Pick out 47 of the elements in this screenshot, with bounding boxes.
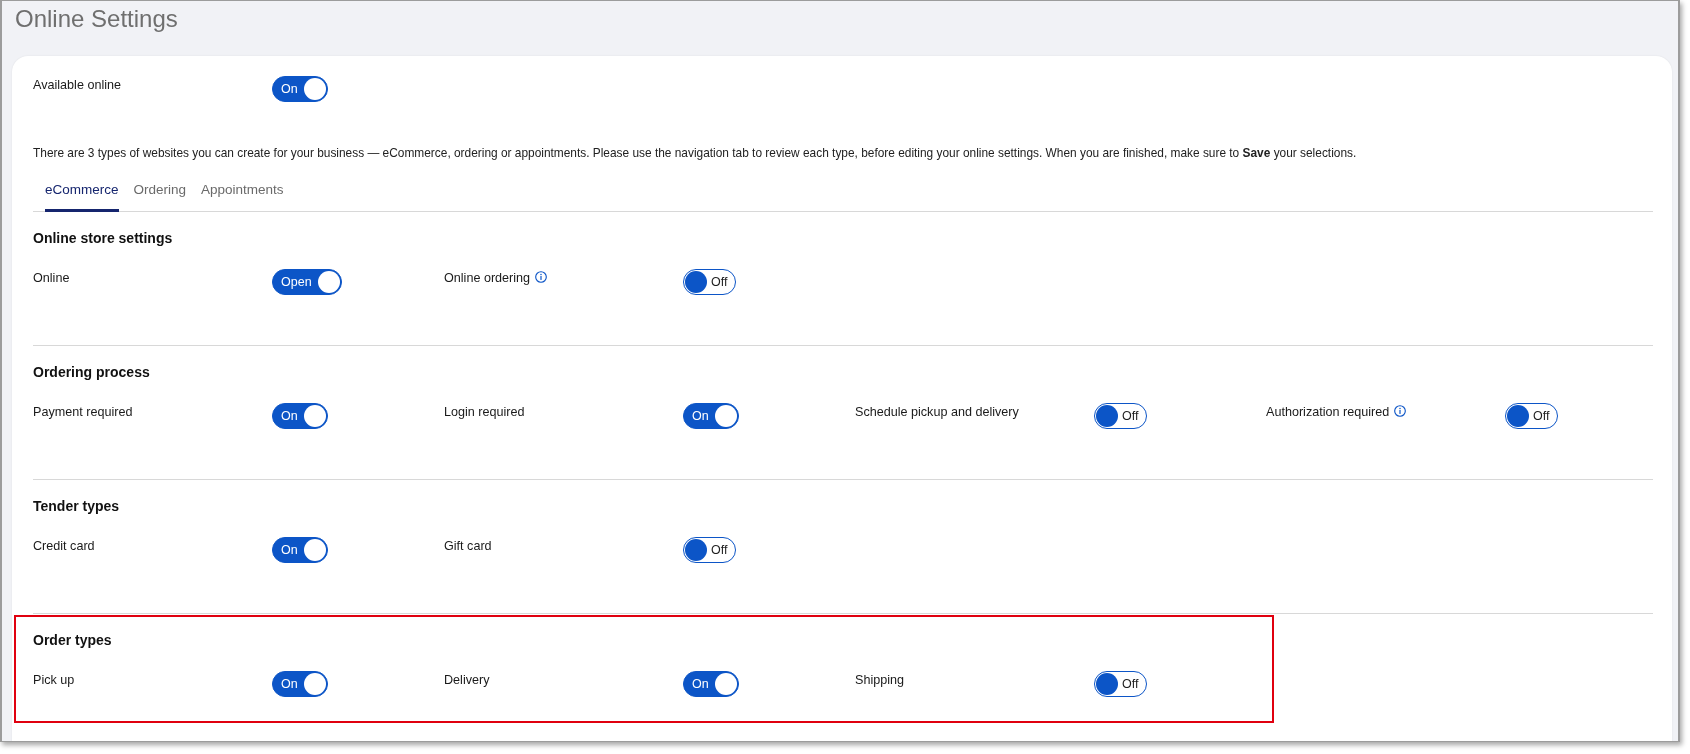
setting-label: Pick up	[33, 672, 75, 688]
toggle-switch[interactable]: On	[272, 403, 328, 429]
toggle-knob	[1096, 673, 1118, 695]
setting-label: Gift card	[444, 538, 492, 554]
toggle-switch[interactable]: Off	[683, 537, 737, 563]
toggle-switch[interactable]: Off	[1505, 403, 1559, 429]
toggle-knob	[714, 673, 737, 695]
setting-label: Authorization required	[1266, 404, 1390, 420]
setting-label: Schedule pickup and delivery	[855, 404, 1019, 420]
setting-label: Available online	[33, 77, 121, 93]
tab[interactable]: eCommerce	[45, 173, 119, 212]
toggle-knob	[1096, 405, 1118, 427]
setting-label: Online ordering	[444, 270, 531, 286]
toggle-knob	[303, 78, 326, 100]
toggle-switch[interactable]: Off	[1094, 671, 1148, 697]
setting-label: Login required	[444, 404, 525, 420]
toggle-switch[interactable]: On	[272, 76, 328, 102]
tab[interactable]: Ordering	[133, 173, 187, 212]
setting-label: Credit card	[33, 538, 95, 554]
section-heading: Online store settings	[33, 229, 174, 248]
toggle-knob	[685, 271, 707, 293]
toggle-switch[interactable]: Off	[683, 269, 737, 295]
section-heading: Ordering process	[33, 363, 151, 382]
toggle-switch[interactable]: On	[272, 537, 328, 563]
toggle-knob	[714, 405, 737, 427]
toggle-switch[interactable]: On	[272, 671, 328, 697]
toggle-switch[interactable]: On	[683, 403, 739, 429]
toggle-knob	[303, 539, 326, 561]
setting-label: Payment required	[33, 404, 133, 420]
info-icon[interactable]	[535, 270, 548, 283]
info-icon[interactable]	[1394, 404, 1407, 417]
section-heading: Order types	[33, 631, 113, 650]
toggle-knob	[685, 539, 707, 561]
page-title: Online Settings	[14, 4, 178, 34]
toggle-knob	[303, 673, 326, 695]
toggle-knob	[303, 405, 326, 427]
description-text: There are 3 types of websites you can create for your business — eCommerce, ordering or appointments. Please use the navigation tab to review each type, before editing your online settings. When you are finished, make sure to Save your selections.	[33, 145, 1358, 161]
toggle-switch[interactable]: Open	[272, 269, 342, 295]
tab[interactable]: Appointments	[201, 173, 284, 212]
setting-label: Online	[33, 270, 70, 286]
toggle-knob	[1507, 405, 1529, 427]
toggle-switch[interactable]: On	[683, 671, 739, 697]
setting-label: Shipping	[855, 672, 905, 688]
toggle-knob	[317, 271, 340, 293]
toggle-switch[interactable]: Off	[1094, 403, 1148, 429]
setting-label: Delivery	[444, 672, 490, 688]
section-heading: Tender types	[33, 497, 121, 516]
